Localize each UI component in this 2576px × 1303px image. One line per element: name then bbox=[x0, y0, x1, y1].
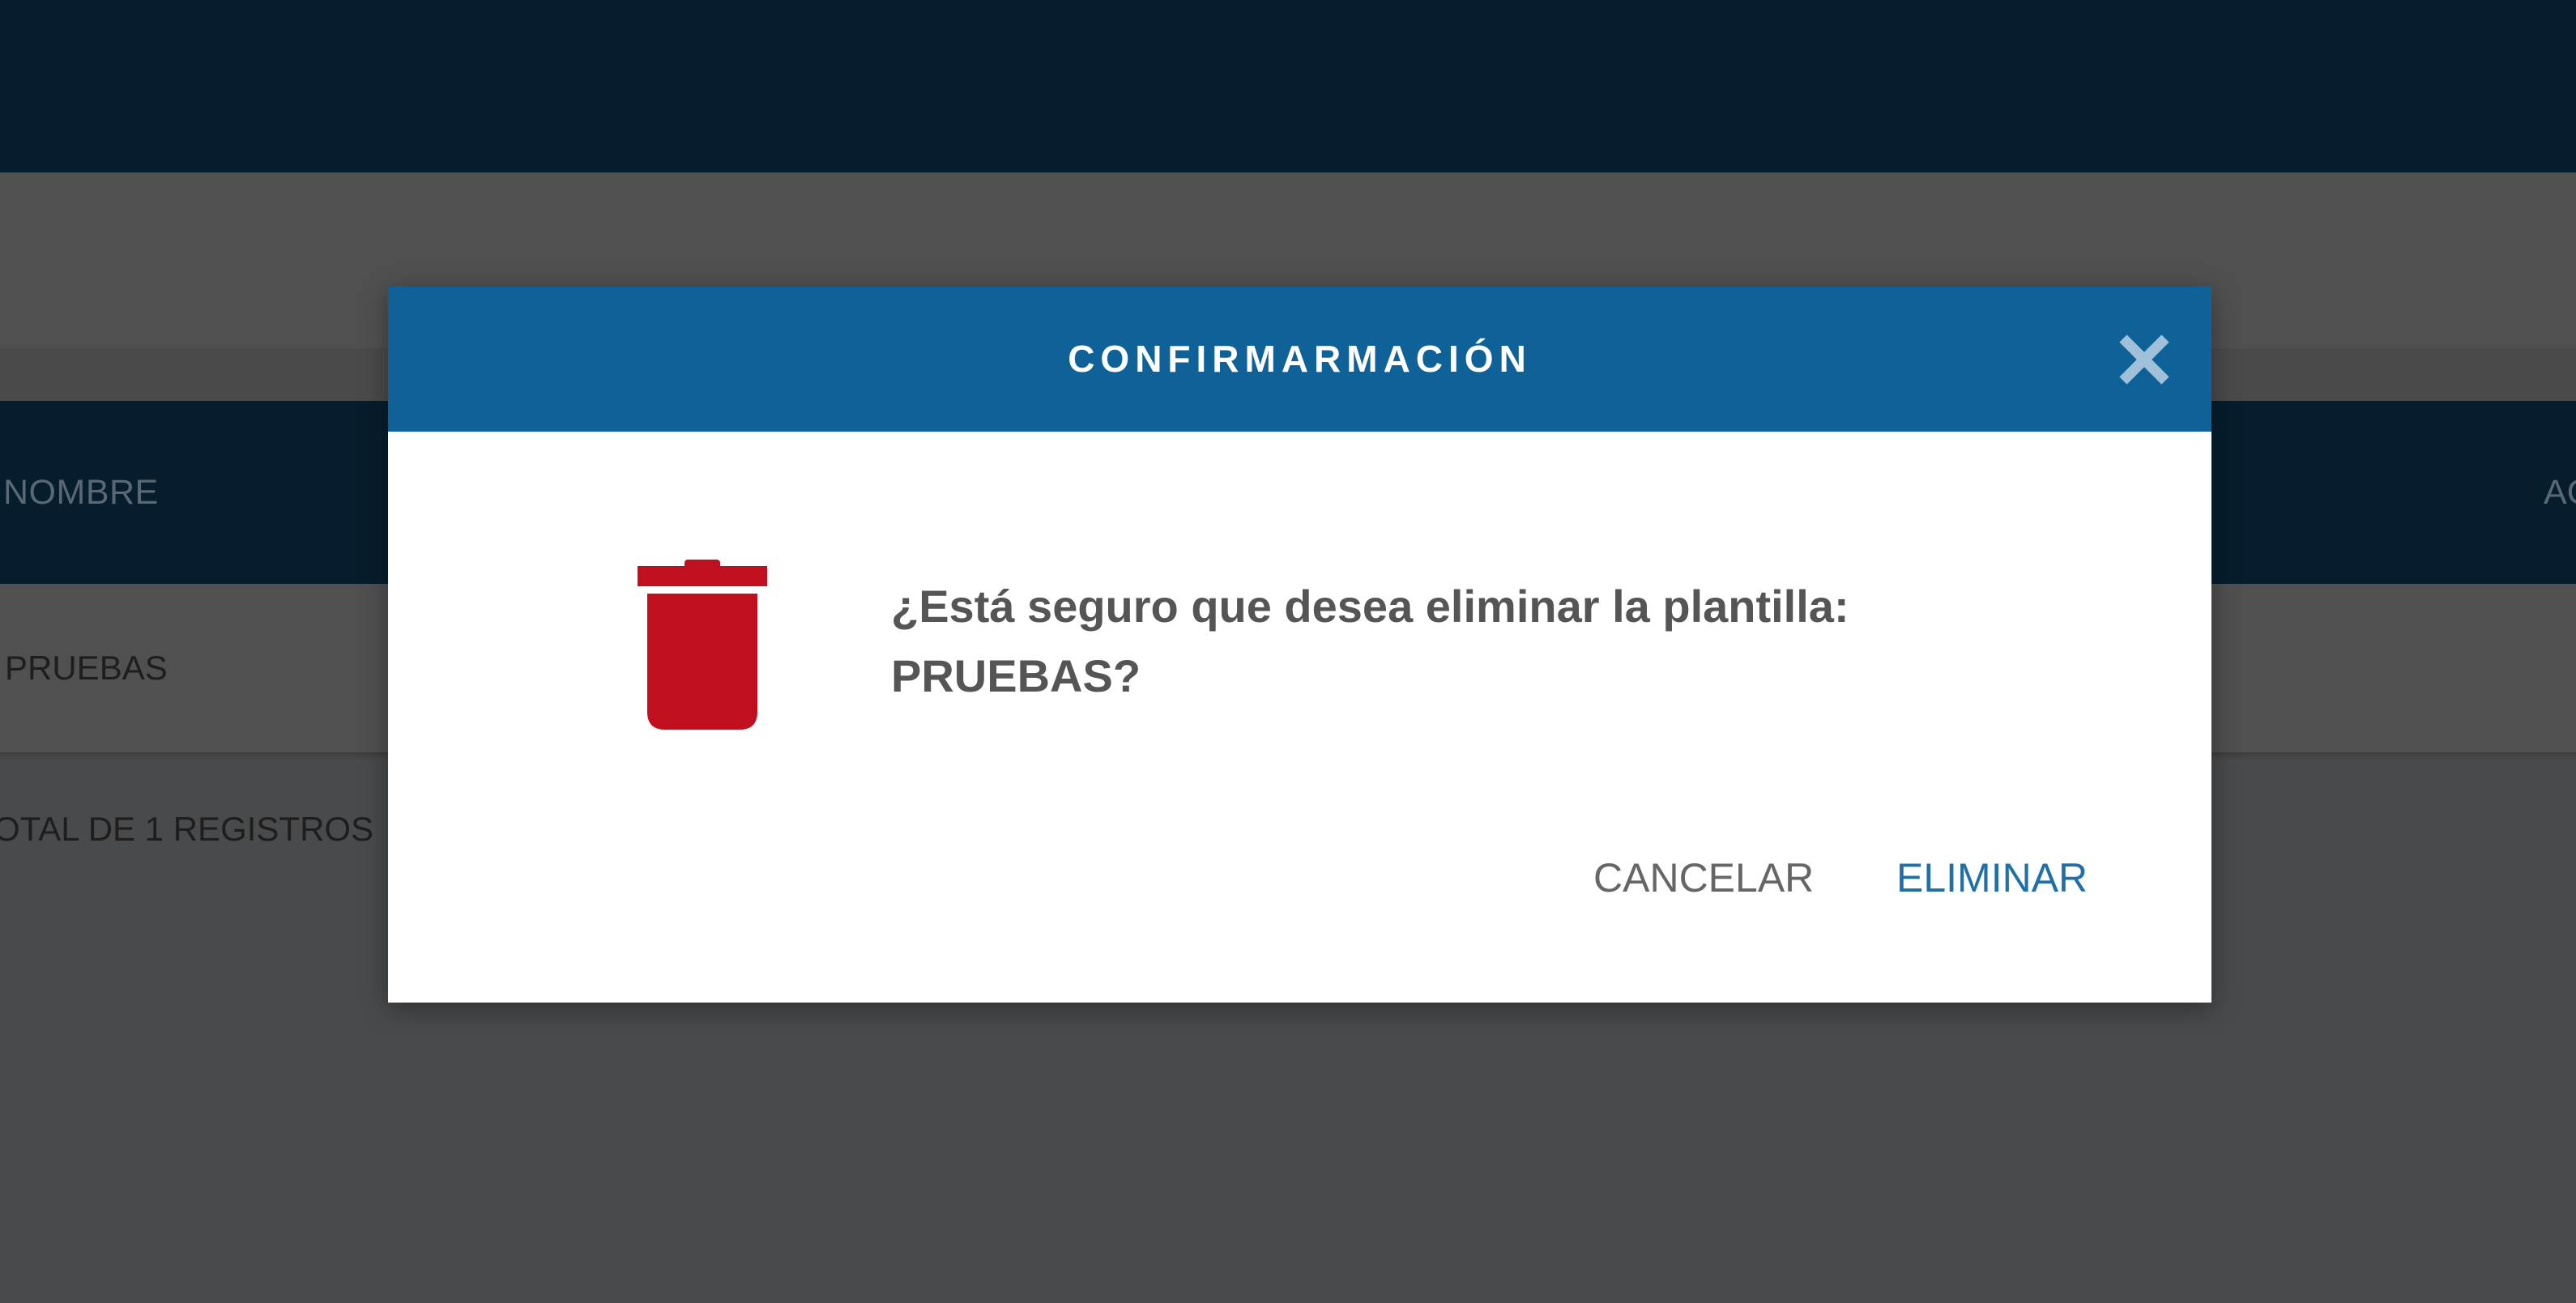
app-top-bar bbox=[0, 0, 2576, 172]
cell-name: PRUEBAS bbox=[5, 649, 168, 687]
confirmation-message: ¿Está seguro que desea eliminar la plant… bbox=[891, 572, 2106, 711]
total-records-label: OTAL DE 1 REGISTROS bbox=[0, 810, 374, 848]
trash-icon bbox=[638, 560, 767, 730]
page: NOMBRE AC PRUEBAS OTAL DE 1 REGISTROS CO… bbox=[0, 0, 2576, 1303]
dialog-title: CONFIRMARMACIÓN bbox=[1068, 338, 1532, 380]
message-line-1: ¿Está seguro que desea eliminar la plant… bbox=[891, 581, 1849, 632]
message-line-2: PRUEBAS? bbox=[891, 650, 1141, 701]
column-header-actions: AC bbox=[2544, 473, 2576, 512]
column-header-name: NOMBRE bbox=[3, 473, 159, 512]
delete-button[interactable]: ELIMINAR bbox=[1896, 837, 2088, 918]
cancel-button[interactable]: CANCELAR bbox=[1593, 837, 1814, 918]
confirmation-dialog: CONFIRMARMACIÓN ¿Está seguro que desea e… bbox=[388, 287, 2211, 1003]
close-button[interactable] bbox=[2113, 329, 2175, 390]
dialog-header: CONFIRMARMACIÓN bbox=[388, 287, 2211, 432]
close-icon bbox=[2119, 334, 2169, 385]
